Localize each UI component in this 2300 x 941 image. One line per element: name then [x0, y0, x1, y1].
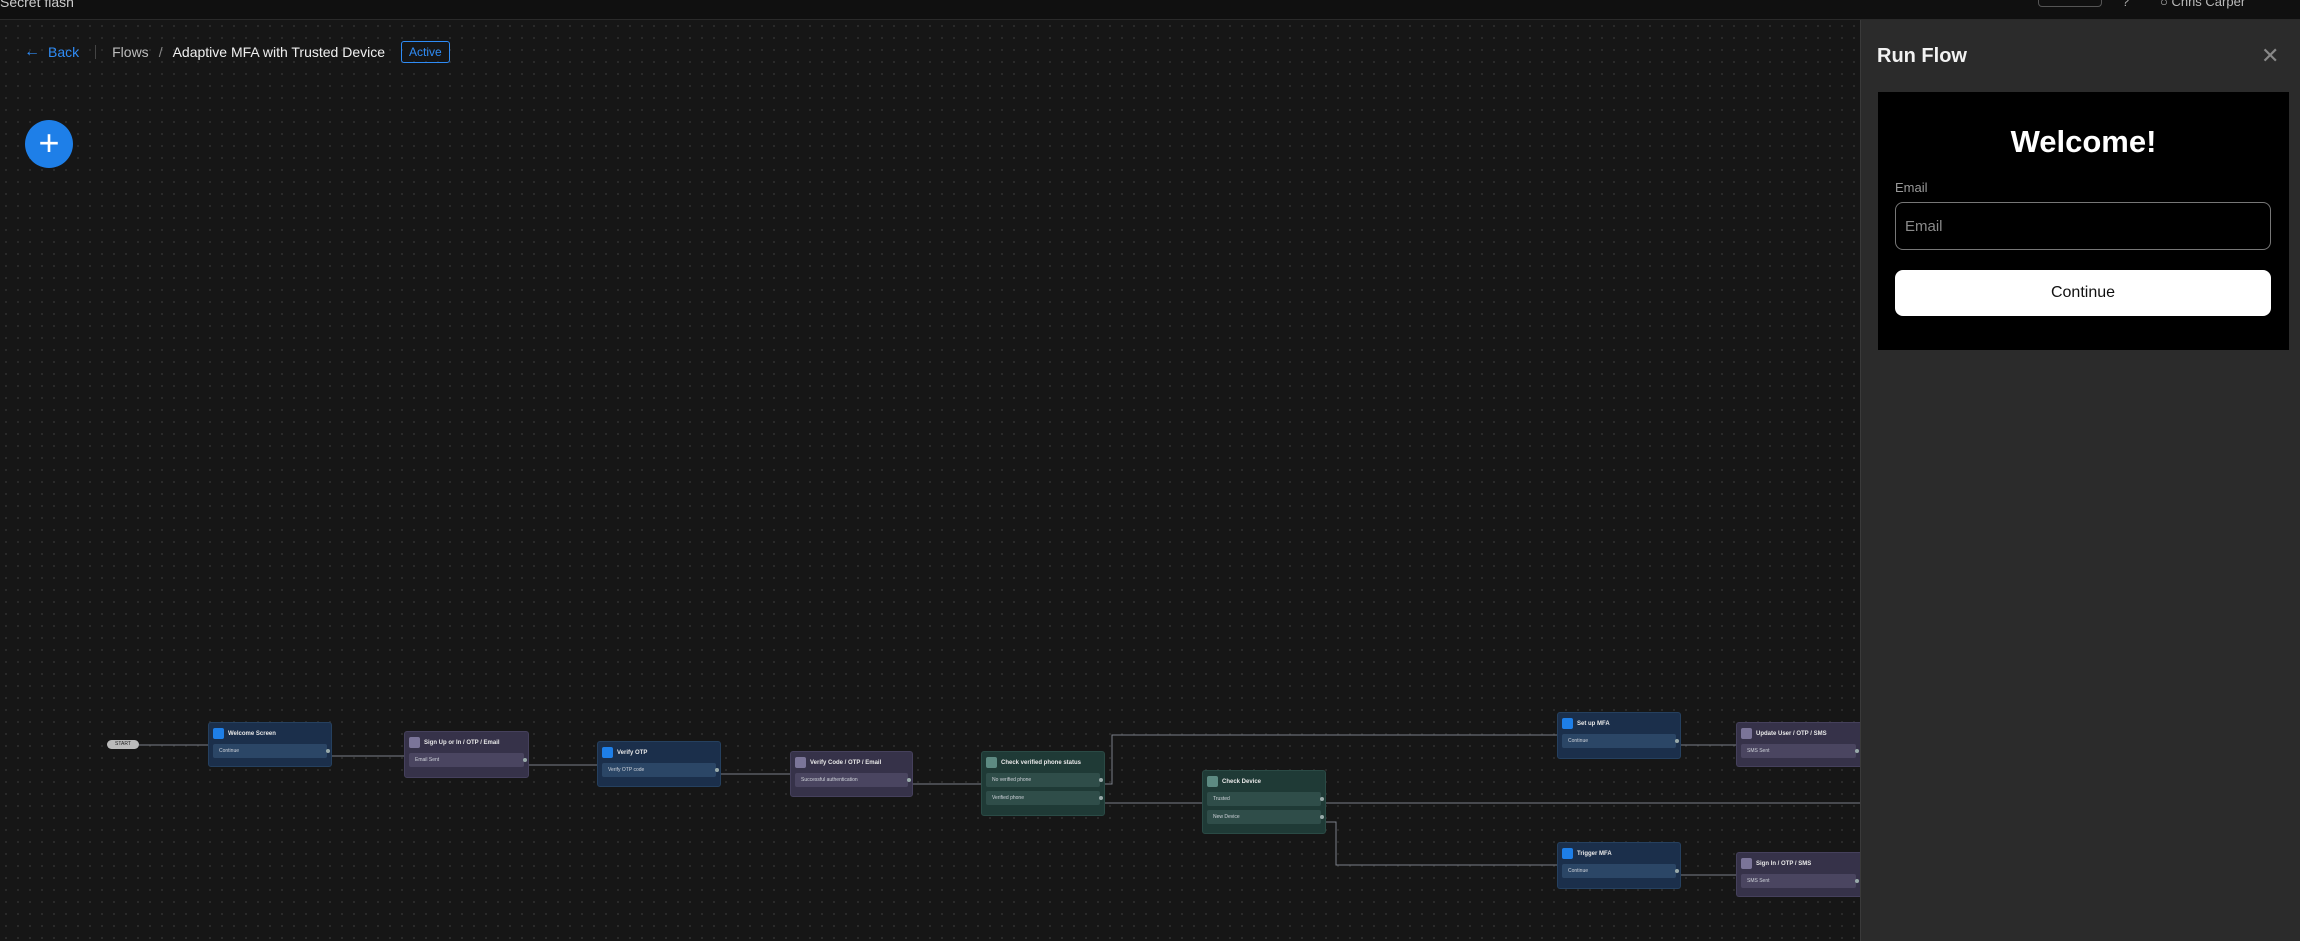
node-sign-up-or-in[interactable]: Sign Up or In / OTP / Email Email Sent [404, 731, 529, 778]
panel-title: Run Flow [1877, 45, 1967, 67]
node-title: Verify OTP [617, 749, 648, 756]
screen-icon [1562, 718, 1573, 729]
user-menu[interactable]: ○ Chris Carper [2160, 0, 2245, 9]
node-sign-in-sms[interactable]: Sign In / OTP / SMS SMS Sent [1736, 852, 1860, 897]
node-option[interactable]: Email Sent [409, 753, 527, 767]
top-action-button[interactable] [2038, 0, 2102, 7]
condition-icon [1207, 776, 1218, 787]
node-option[interactable]: Verify OTP code [602, 763, 719, 777]
flow-preview: Welcome! Email Continue [1878, 92, 2289, 350]
screen-icon [1562, 848, 1573, 859]
email-field[interactable] [1895, 202, 2271, 250]
node-title: Check verified phone status [1001, 759, 1082, 766]
node-verify-otp[interactable]: Verify OTP Verify OTP code [597, 741, 721, 787]
close-icon[interactable]: ✕ [2261, 43, 2279, 69]
node-option[interactable]: SMS Sent [1741, 874, 1859, 888]
action-icon [1741, 728, 1752, 739]
help-icon[interactable]: ? [2122, 0, 2129, 9]
node-update-user[interactable]: Update User / OTP / SMS SMS Sent [1736, 722, 1860, 767]
node-option[interactable]: Continue [1562, 864, 1679, 878]
node-option[interactable]: Continue [213, 744, 330, 758]
user-name: Chris Carper [2171, 0, 2246, 9]
flow-start-pill: START [107, 740, 139, 749]
action-icon [795, 757, 806, 768]
condition-icon [986, 757, 997, 768]
node-option[interactable]: Verified phone [986, 791, 1103, 805]
node-set-up-mfa[interactable]: Set up MFA Continue [1557, 712, 1681, 759]
welcome-heading: Welcome! [2010, 124, 2157, 159]
continue-button[interactable]: Continue [1895, 270, 2271, 316]
node-option[interactable]: Trusted [1207, 792, 1324, 806]
node-trigger-mfa[interactable]: Trigger MFA Continue [1557, 842, 1681, 889]
node-title: Sign In / OTP / SMS [1756, 860, 1812, 867]
node-welcome-screen[interactable]: Welcome Screen Continue [208, 722, 332, 767]
email-label: Email [1895, 180, 1928, 195]
node-title: Trigger MFA [1577, 850, 1612, 857]
screen-icon [213, 728, 224, 739]
action-icon [1741, 858, 1752, 869]
node-title: Set up MFA [1577, 720, 1610, 727]
flow-edges [139, 734, 1860, 886]
node-option[interactable]: Successful authentication [795, 773, 911, 787]
node-title: Sign Up or In / OTP / Email [424, 739, 500, 746]
node-check-device[interactable]: Check Device Trusted New Device [1202, 770, 1326, 834]
run-flow-panel: Run Flow ✕ Welcome! Email Continue [1860, 20, 2300, 941]
node-option[interactable]: No verified phone [986, 773, 1103, 787]
node-title: Welcome Screen [228, 730, 276, 737]
action-icon [409, 737, 420, 748]
node-title: Check Device [1222, 778, 1262, 785]
node-title: Verify Code / OTP / Email [810, 759, 882, 766]
screen-icon [602, 747, 613, 758]
node-option[interactable]: Continue [1562, 734, 1679, 748]
node-option[interactable]: New Device [1207, 810, 1324, 824]
node-option[interactable]: SMS Sent [1741, 744, 1859, 758]
node-verify-code[interactable]: Verify Code / OTP / Email Successful aut… [790, 751, 913, 797]
node-check-phone-status[interactable]: Check verified phone status No verified … [981, 751, 1105, 816]
node-title: Update User / OTP / SMS [1756, 730, 1827, 737]
